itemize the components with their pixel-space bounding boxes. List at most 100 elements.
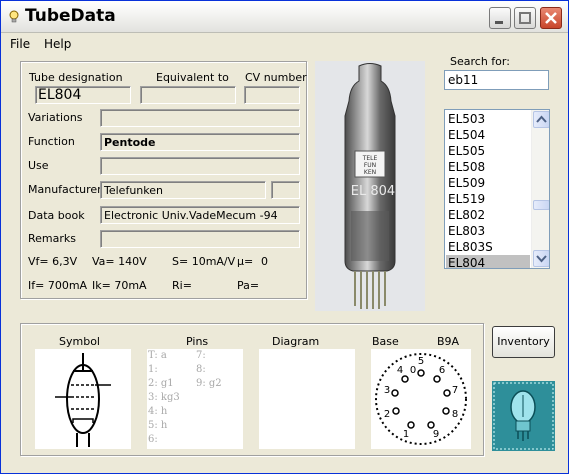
- mu-param: µ=: [237, 255, 254, 268]
- scroll-down-button[interactable]: [533, 250, 549, 267]
- pin-entry: 6:: [148, 434, 158, 445]
- remarks-field[interactable]: [100, 230, 300, 248]
- menu-help[interactable]: Help: [44, 37, 71, 51]
- base-pin-label: 2: [384, 409, 390, 420]
- maximize-icon: [519, 12, 531, 24]
- va-param: Va= 140V: [92, 255, 147, 268]
- symbol-box: [35, 349, 131, 449]
- list-item[interactable]: EL508: [446, 159, 530, 175]
- list-item-selected[interactable]: EL804: [446, 255, 530, 268]
- scroll-up-button[interactable]: [533, 111, 549, 128]
- symbol-label: Symbol: [59, 335, 100, 348]
- list-item[interactable]: EL803S: [446, 239, 530, 255]
- search-label: Search for:: [450, 55, 510, 68]
- inventory-button[interactable]: Inventory: [492, 326, 555, 358]
- window-title: TubeData: [25, 6, 116, 26]
- tube-logo-icon: [492, 381, 555, 451]
- base-box: 1 2 3 4 5 6 7 8 9 0: [371, 349, 471, 449]
- if-param: If= 700mA: [28, 279, 88, 292]
- pin-entry: 8:: [196, 364, 206, 375]
- manufacturer-field[interactable]: Telefunken: [100, 181, 266, 199]
- brand-letters-2: FUN: [364, 162, 376, 169]
- pin-entry: 4: h: [148, 406, 168, 417]
- base-pin-label: 8: [452, 409, 458, 420]
- base-diagram: 1 2 3 4 5 6 7 8 9 0: [375, 353, 467, 445]
- pins-box: T: a 1: 2: g1 3: kg3 4: h 5: h 6: 7: 8: …: [147, 349, 243, 449]
- list-scrollbar[interactable]: [531, 110, 549, 268]
- base-pin-label: 3: [384, 385, 390, 396]
- scroll-thumb[interactable]: [533, 200, 549, 210]
- base-pin-label: 7: [452, 385, 458, 396]
- list-item[interactable]: EL519: [446, 191, 530, 207]
- bulb-icon: [9, 10, 19, 23]
- list-item[interactable]: EL505: [446, 143, 530, 159]
- app-window: TubeData File Help Tube designation Equi…: [0, 0, 569, 474]
- minimize-button[interactable]: [489, 7, 511, 29]
- variations-label: Variations: [28, 111, 83, 124]
- close-icon: [545, 12, 557, 24]
- tube-photo: TELE FUN KEN EL 804: [315, 61, 425, 311]
- scroll-down-icon: [536, 255, 547, 263]
- databook-label: Data book: [28, 209, 85, 222]
- tube-marking: EL 804: [351, 184, 395, 199]
- base-pin-label: 9: [433, 429, 439, 440]
- base-pin-label: 5: [418, 356, 424, 367]
- base-pin-label: 4: [397, 365, 403, 376]
- s-param: S= 10mA/V: [172, 255, 236, 268]
- base-type-label: B9A: [437, 335, 460, 348]
- close-button[interactable]: [540, 7, 562, 29]
- pentode-symbol: [55, 353, 111, 447]
- cv-field[interactable]: [244, 86, 300, 104]
- equivalent-label: Equivalent to: [156, 71, 229, 84]
- remarks-label: Remarks: [28, 232, 76, 245]
- menu-bar: File Help: [1, 34, 568, 53]
- tube-illustration: TELE FUN KEN EL 804: [344, 63, 396, 309]
- databook-field[interactable]: Electronic Univ.VadeMecum -94: [100, 206, 300, 224]
- pin-entry: T: a: [148, 350, 167, 361]
- use-field[interactable]: [100, 157, 300, 175]
- base-pin-label: 6: [439, 365, 445, 376]
- list-item[interactable]: EL504: [446, 127, 530, 143]
- pin-entry: 1:: [148, 364, 158, 375]
- search-input[interactable]: eb11: [444, 70, 549, 90]
- function-label: Function: [28, 135, 75, 148]
- minimize-icon: [495, 21, 503, 24]
- use-label: Use: [28, 159, 49, 172]
- pin-entry: 3: kg3: [148, 392, 180, 403]
- diagram-box: [259, 349, 355, 449]
- tube-list[interactable]: EL503 EL504 EL505 EL508 EL509 EL519 EL80…: [444, 109, 550, 269]
- list-item[interactable]: EL802: [446, 207, 530, 223]
- base-pin-label: 0: [410, 365, 416, 376]
- equivalent-field[interactable]: [140, 86, 236, 104]
- list-item[interactable]: EL503: [446, 111, 530, 127]
- manufacturer-extra-field[interactable]: [271, 181, 300, 199]
- base-pin-label: 1: [403, 429, 409, 440]
- list-item[interactable]: EL803: [446, 223, 530, 239]
- function-field[interactable]: Pentode: [100, 133, 300, 151]
- designation-label: Tube designation: [29, 71, 123, 84]
- brand-letters-3: KEN: [364, 169, 376, 176]
- ri-param: Ri=: [172, 279, 192, 292]
- mu-value: 0: [261, 255, 268, 268]
- vf-param: Vf= 6,3V: [28, 255, 78, 268]
- diagram-label: Diagram: [272, 335, 320, 348]
- list-item[interactable]: EL509: [446, 175, 530, 191]
- maximize-button[interactable]: [514, 7, 536, 29]
- pin-entry: 9: g2: [196, 378, 222, 389]
- menu-file[interactable]: File: [10, 37, 30, 51]
- pin-entry: 5: h: [148, 420, 168, 431]
- ik-param: Ik= 70mA: [92, 279, 147, 292]
- designation-field[interactable]: EL804: [35, 86, 131, 104]
- title-bar[interactable]: TubeData: [1, 1, 568, 33]
- app-logo: [492, 381, 555, 451]
- cv-label: CV number: [245, 71, 307, 84]
- variations-field[interactable]: [100, 109, 300, 127]
- pa-param: Pa=: [237, 279, 260, 292]
- scroll-up-icon: [536, 115, 547, 123]
- base-label: Base: [372, 335, 399, 348]
- pin-entry: 7:: [196, 350, 206, 361]
- pins-label: Pins: [186, 335, 209, 348]
- manufacturer-label: Manufacturer: [28, 183, 102, 196]
- brand-letters-1: TELE: [362, 155, 378, 162]
- pin-entry: 2: g1: [148, 378, 174, 389]
